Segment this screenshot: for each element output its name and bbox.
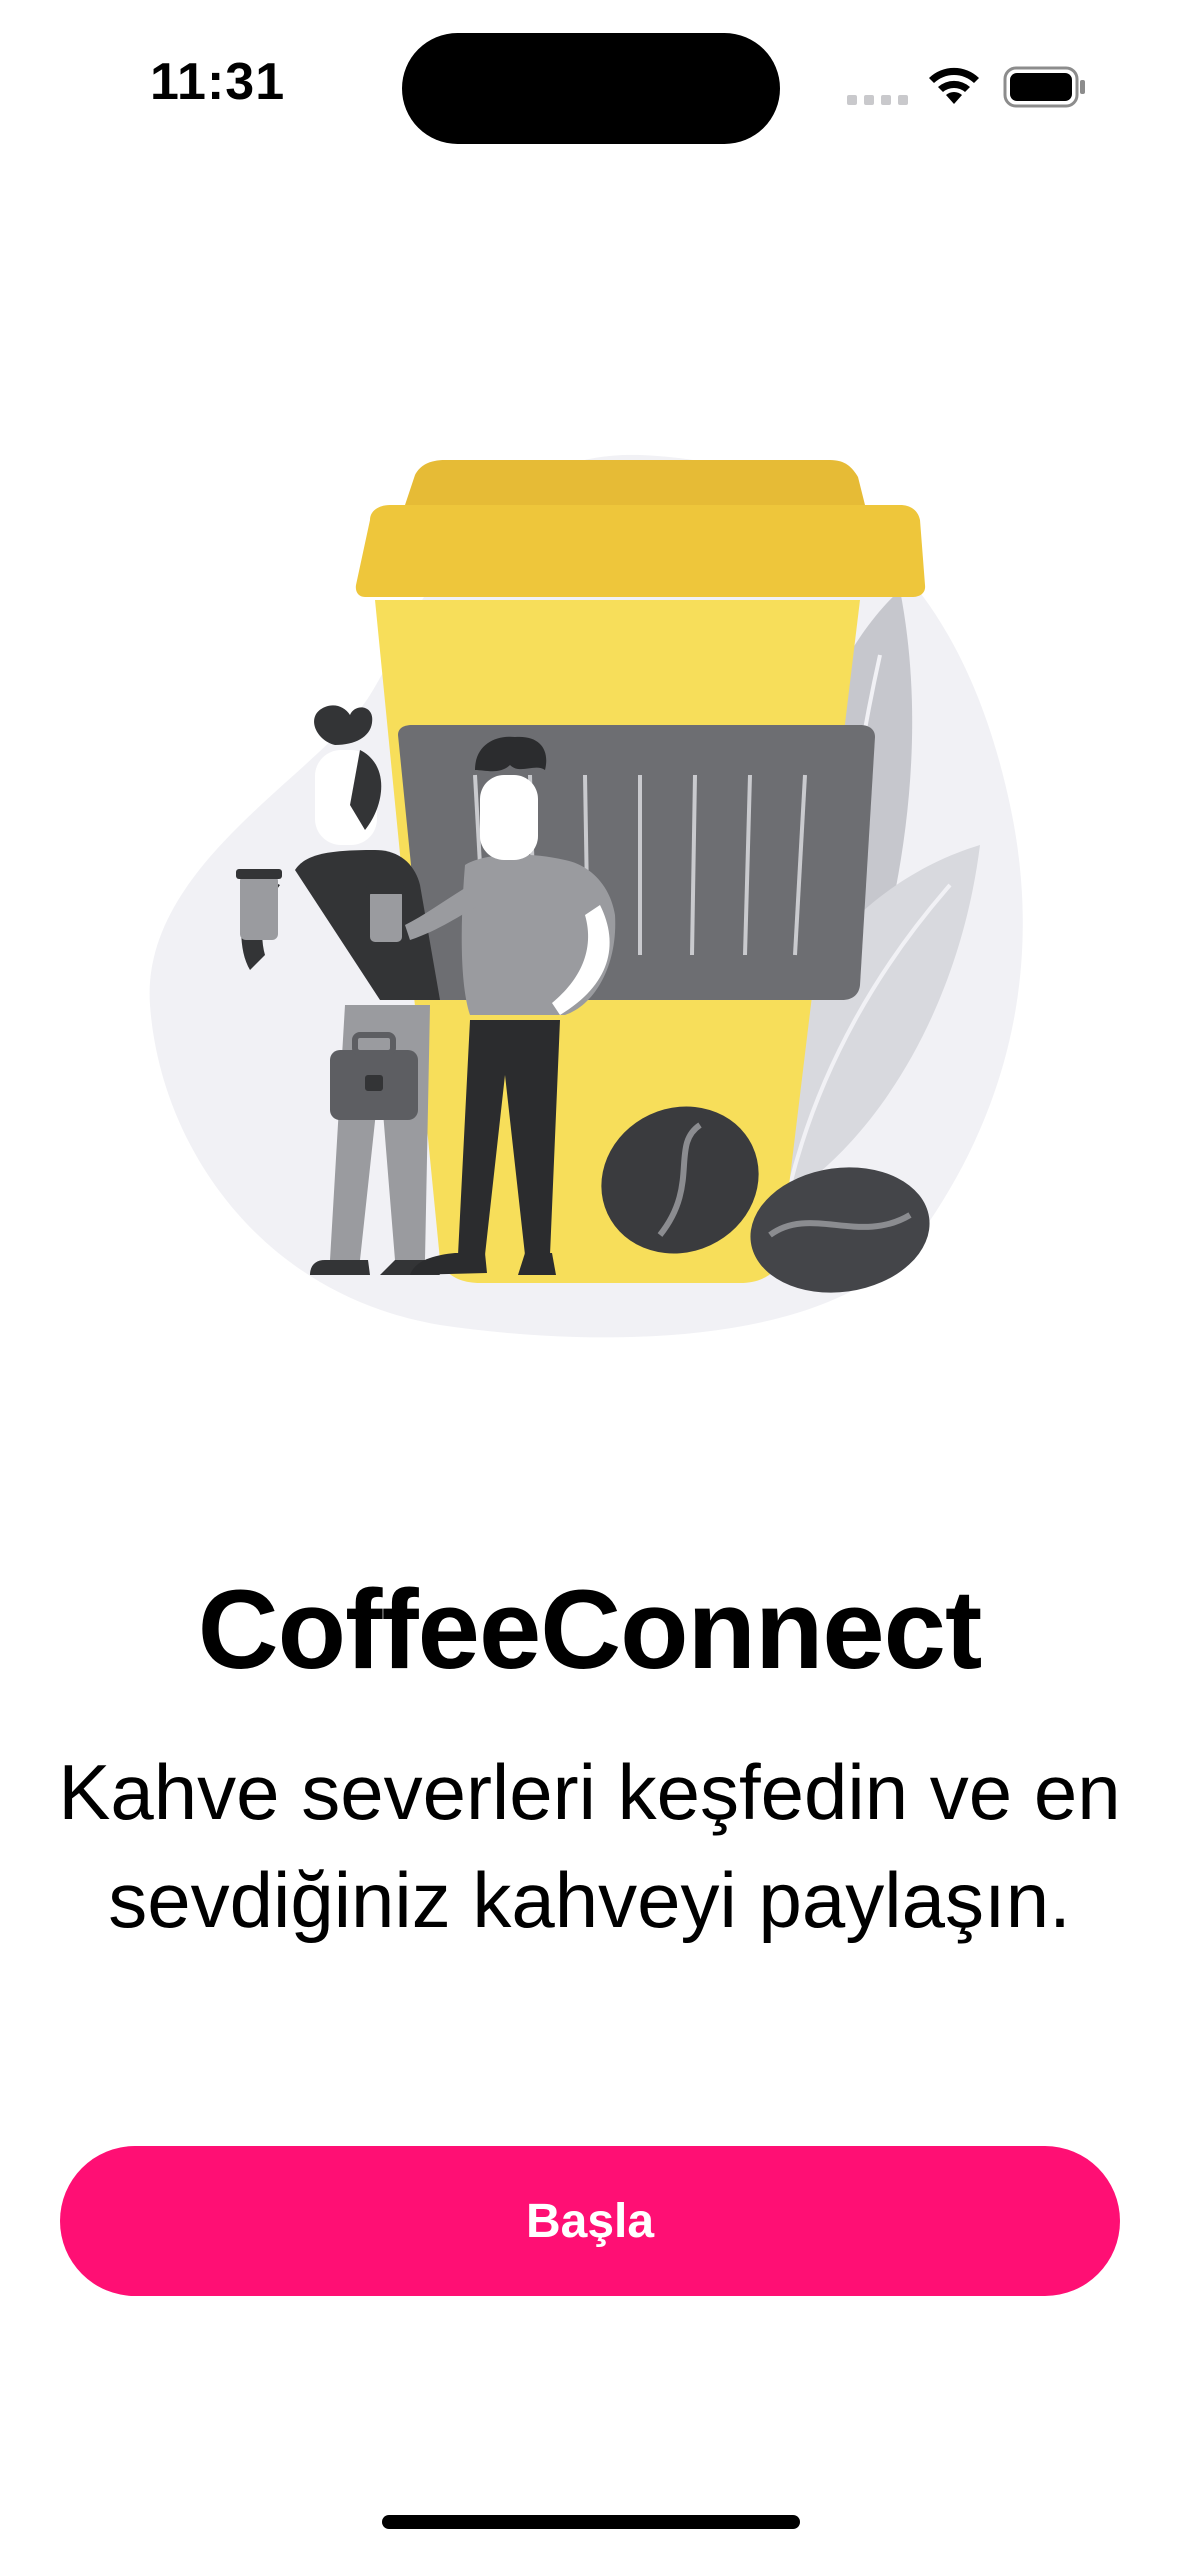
app-title: CoffeeConnect: [197, 1567, 982, 1692]
start-button[interactable]: Başla: [60, 2146, 1120, 2296]
status-bar: 11:31: [0, 0, 1179, 180]
dynamic-island: [402, 33, 780, 144]
battery-icon: [1003, 66, 1085, 108]
app-tagline: Kahve severleri keşfedin ve en sevdiğini…: [58, 1748, 1121, 1944]
home-indicator[interactable]: [382, 2515, 800, 2529]
wifi-icon: [929, 67, 979, 104]
cellular-signal-icon: [847, 95, 909, 107]
status-time: 11:31: [150, 53, 286, 111]
coffee-illustration: [149, 454, 1023, 1338]
